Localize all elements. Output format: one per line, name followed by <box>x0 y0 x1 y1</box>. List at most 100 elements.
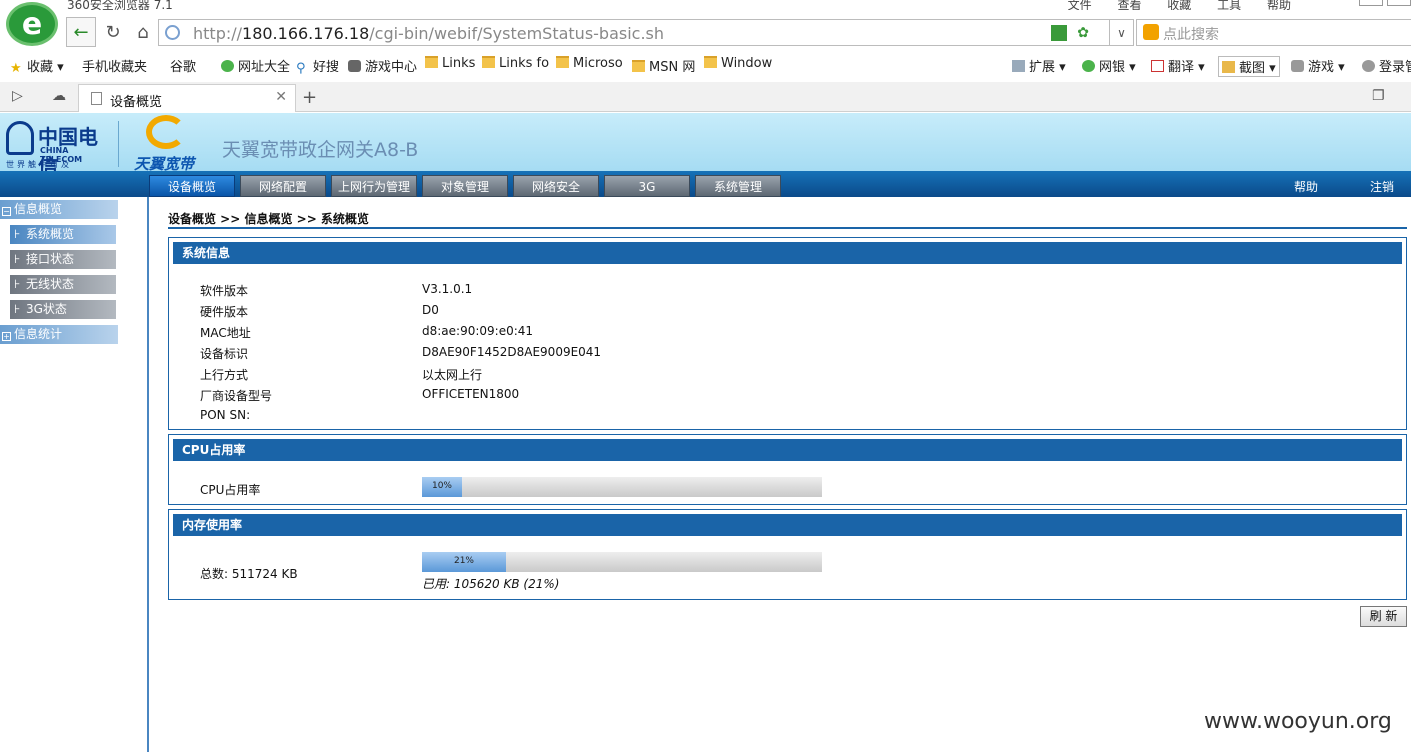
bookmark-links[interactable]: Links <box>425 56 475 71</box>
bookmark-window[interactable]: Window <box>704 56 772 71</box>
minimize-button[interactable] <box>1359 0 1383 6</box>
close-icon[interactable]: ✕ <box>275 89 287 105</box>
sidebar-item-wireless-status[interactable]: ⊦ 无线状态 <box>10 275 116 294</box>
toolbar-translate[interactable]: 翻译 ▾ <box>1151 56 1205 75</box>
logout-link[interactable]: 注销 <box>1370 178 1394 195</box>
menu-file[interactable]: 文件 <box>1068 0 1092 10</box>
sidebar-item-info-statistics[interactable]: + 信息统计 <box>0 325 118 344</box>
expand-icon[interactable]: + <box>2 332 11 341</box>
toolbar-label: 网银 <box>1099 60 1126 75</box>
china-telecom-logo: 中国电信 CHINA TELECOM 世界触手可及 <box>4 119 108 178</box>
broadband-logo: 天翼宽带 <box>132 115 204 173</box>
refresh-button[interactable]: 刷 新 <box>1360 606 1407 627</box>
router-sidebar: − 信息概览 ⊦ 系统概览 ⊦ 接口状态 ⊦ 无线状态 ⊦ 3G状态 + 信息统计 <box>0 197 149 752</box>
sidebar-item-interface-status[interactable]: ⊦ 接口状态 <box>10 250 116 269</box>
toolbar-label: 翻译 <box>1168 60 1195 75</box>
address-bar[interactable]: http://180.166.176.18/cgi-bin/webif/Syst… <box>158 19 1110 46</box>
leaf-icon[interactable]: ✿ <box>1077 25 1089 41</box>
user-icon <box>1362 60 1375 72</box>
browser-menu: 文件 查看 收藏 工具 帮助 <box>1046 0 1291 10</box>
router-banner: 中国电信 CHINA TELECOM 世界触手可及 天翼宽带 天翼宽带政企网关A… <box>0 113 1411 178</box>
bookmark-sites[interactable]: 网址大全 <box>221 56 290 75</box>
nav-tab-object-management[interactable]: 对象管理 <box>422 175 508 197</box>
info-label: 上行方式 <box>200 368 249 382</box>
address-dropdown-icon[interactable]: ∨ <box>1110 19 1134 46</box>
bookmark-label: Window <box>721 56 773 71</box>
page-icon <box>91 92 102 105</box>
nav-tab-network-security[interactable]: 网络安全 <box>513 175 599 197</box>
help-link[interactable]: 帮助 <box>1294 178 1318 195</box>
tab-device-overview[interactable]: 设备概览 ✕ <box>78 84 296 112</box>
sidebar-toggle-icon[interactable]: ▷ <box>12 88 23 104</box>
uplink-mode-value: 以太网上行 <box>422 368 483 382</box>
toolbar-extensions[interactable]: 扩展 ▾ <box>1012 56 1066 75</box>
search-box[interactable]: 点此搜索 <box>1136 19 1411 46</box>
toolbar-games[interactable]: 游戏 ▾ <box>1291 56 1345 75</box>
sidebar-item-3g-status[interactable]: ⊦ 3G状态 <box>10 300 116 319</box>
toolbar-screenshot[interactable]: 截图 ▾ <box>1218 56 1280 77</box>
collapse-icon[interactable]: − <box>2 207 11 216</box>
bookmark-bar: ★ 收藏 ▾ 手机收藏夹 谷歌 网址大全 ⚲ 好搜 游戏中心 Links Links… <box>0 52 1411 181</box>
info-label: 设备标识 <box>200 347 249 361</box>
extensions-icon <box>1012 60 1025 72</box>
folder-icon <box>556 56 569 68</box>
nav-tab-network-config[interactable]: 网络配置 <box>240 175 326 197</box>
bookmark-mobile[interactable]: 手机收藏夹 <box>82 56 147 181</box>
window-controls <box>1355 0 1411 9</box>
nav-tab-internet-behavior[interactable]: 上网行为管理 <box>331 175 417 197</box>
sidebar-item-label: 3G状态 <box>26 302 67 316</box>
tree-branch-icon: ⊦ <box>14 277 21 291</box>
tree-branch-icon: ⊦ <box>14 302 21 316</box>
bookmark-links-fo[interactable]: Links fo <box>482 56 549 71</box>
bookmark-label: 游戏中心 <box>365 60 418 75</box>
bookmark-label: Microso <box>573 56 623 71</box>
menu-help[interactable]: 帮助 <box>1267 0 1291 10</box>
bookmark-msn[interactable]: MSN 网 <box>632 56 695 75</box>
menu-favorites[interactable]: 收藏 <box>1167 0 1191 10</box>
search-engine-icon[interactable] <box>1143 24 1159 40</box>
globe-icon <box>165 25 180 40</box>
tab-list-icon[interactable]: ❐ <box>1372 88 1385 104</box>
tab-strip: ▷ ☁ 设备概览 ✕ + ❐ <box>0 82 1411 112</box>
sidebar-item-system-overview[interactable]: ⊦ 系统概览 <box>10 225 116 244</box>
tree-branch-icon: ⊦ <box>14 252 21 266</box>
new-tab-icon[interactable]: + <box>302 87 317 108</box>
bookmark-label: 好搜 <box>313 60 340 75</box>
breadcrumb-divider <box>168 227 1407 229</box>
scissors-icon <box>1222 61 1235 73</box>
toolbar-login[interactable]: 登录管 <box>1362 56 1411 75</box>
nav-tab-system-management[interactable]: 系统管理 <box>695 175 781 197</box>
gamepad-icon <box>1291 60 1304 72</box>
bookmark-haosou[interactable]: ⚲ 好搜 <box>296 56 340 76</box>
reload-icon[interactable]: ↻ <box>98 17 128 47</box>
bookmark-microso[interactable]: Microso <box>556 56 623 71</box>
qr-code-icon[interactable] <box>1051 25 1067 41</box>
nav-tab-3g[interactable]: 3G <box>604 175 690 197</box>
cpu-progress-bar: 10% <box>422 477 822 497</box>
watermark: www.wooyun.org <box>1204 709 1392 734</box>
system-info-panel: 系统信息 软件版本 V3.1.0.1 硬件版本 D0 MAC地址 d8:ae:9… <box>168 237 1407 430</box>
product-name: 天翼宽带政企网关A8-B <box>222 139 419 161</box>
bookmark-favorites[interactable]: ★ 收藏 ▾ <box>10 56 64 76</box>
bookmark-google[interactable]: 谷歌 <box>170 56 196 181</box>
cloud-icon[interactable]: ☁ <box>52 88 66 104</box>
maximize-button[interactable] <box>1387 0 1411 6</box>
menu-tools[interactable]: 工具 <box>1217 0 1241 10</box>
toolbar-bank[interactable]: 网银 ▾ <box>1082 56 1136 75</box>
url-scheme: http:// <box>193 24 243 43</box>
browser-logo-icon[interactable]: e <box>6 2 58 46</box>
nav-tab-device-overview[interactable]: 设备概览 <box>149 175 235 197</box>
info-label: MAC地址 <box>200 326 251 340</box>
url-text[interactable]: http://180.166.176.18/cgi-bin/webif/Syst… <box>193 24 664 43</box>
back-arrow-icon[interactable]: ← <box>66 17 96 47</box>
bookmark-games[interactable]: 游戏中心 <box>348 56 417 75</box>
memory-percent-text: 21% <box>453 556 474 566</box>
bank-icon <box>1082 60 1095 72</box>
sidebar-item-info-overview[interactable]: − 信息概览 <box>0 200 118 219</box>
home-icon[interactable]: ⌂ <box>128 17 158 47</box>
mac-address-value: d8:ae:90:09:e0:41 <box>422 324 534 338</box>
toolbar-label: 扩展 <box>1029 60 1056 75</box>
broadband-sun-icon <box>146 115 186 149</box>
menu-view[interactable]: 查看 <box>1117 0 1141 10</box>
translate-icon <box>1151 60 1164 72</box>
